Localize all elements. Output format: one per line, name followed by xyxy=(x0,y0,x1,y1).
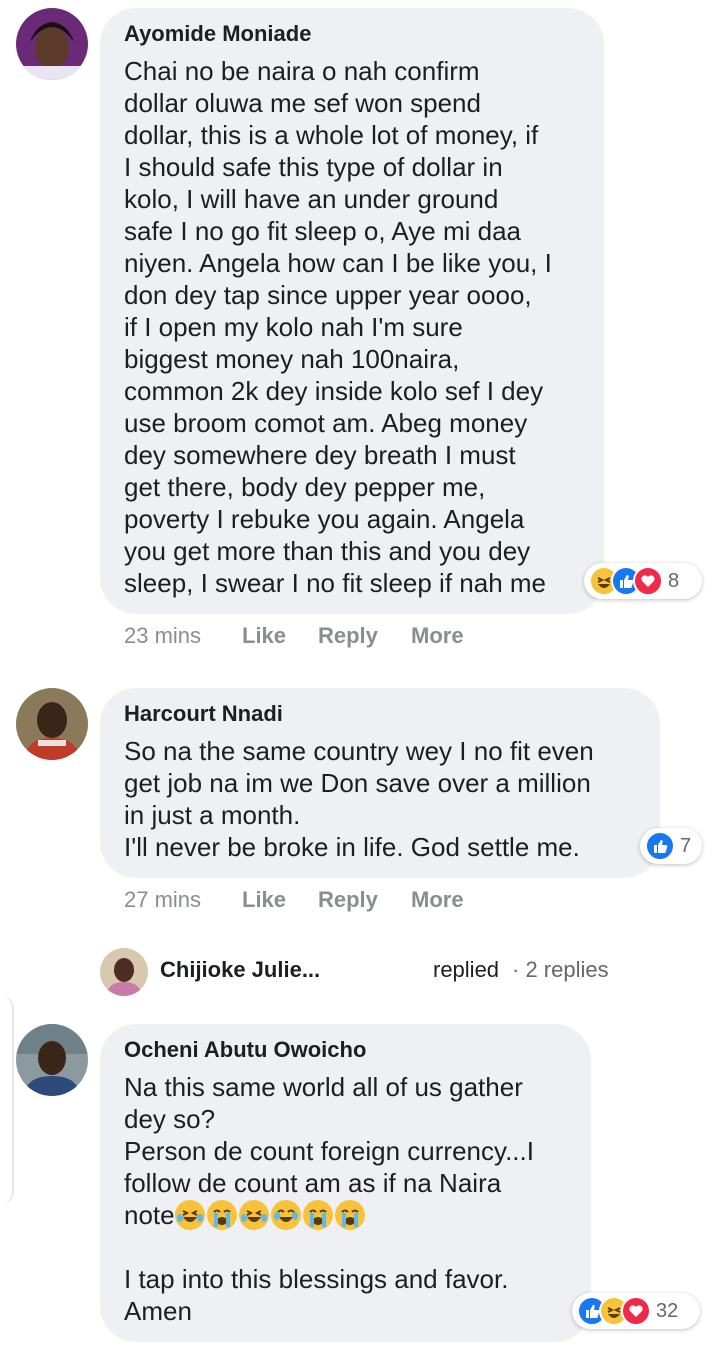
more-button[interactable]: More xyxy=(411,621,464,651)
view-replies-row[interactable]: Chijioke Julie... replied · 2 replies xyxy=(100,948,609,996)
comment-bubble: Harcourt Nnadi So na the same country we… xyxy=(100,688,660,878)
crying-emoji-icon xyxy=(334,1200,365,1230)
avatar-harcourt[interactable] xyxy=(16,688,88,760)
avatar-chijioke xyxy=(100,948,148,996)
reactions-summary[interactable]: 7 xyxy=(640,828,702,864)
reactions-count: 7 xyxy=(680,834,692,857)
reply-button[interactable]: Reply xyxy=(318,885,378,915)
comment-author[interactable]: Ayomide Moniade xyxy=(124,21,580,47)
like-reaction-icon xyxy=(645,831,675,861)
avatar-ocheni[interactable] xyxy=(16,1024,88,1096)
comment-author[interactable]: Harcourt Nnadi xyxy=(124,701,636,727)
comment-text: So na the same country wey I no fit even… xyxy=(124,736,594,862)
like-button[interactable]: Like xyxy=(242,885,286,915)
crying-emoji-icon xyxy=(206,1200,237,1230)
panel-edge xyxy=(0,995,14,1205)
reply-count[interactable]: · 2 replies xyxy=(512,957,609,983)
more-button[interactable]: More xyxy=(411,885,464,915)
comment-bubble: Ocheni Abutu Owoicho Na this same world … xyxy=(100,1024,591,1342)
reactions-summary[interactable]: 8 xyxy=(584,563,702,599)
reply-button[interactable]: Reply xyxy=(318,621,378,651)
love-reaction-icon xyxy=(633,566,663,596)
comment-text: Chai no be naira o nah confirm dollar ol… xyxy=(124,56,552,598)
comment-author[interactable]: Ocheni Abutu Owoicho xyxy=(124,1037,567,1063)
comment-text: Na this same world all of us gather dey … xyxy=(124,1071,567,1327)
reply-verb: replied xyxy=(433,957,500,982)
reactions-summary[interactable]: 32 xyxy=(572,1293,700,1329)
comment-timestamp[interactable]: 27 mins xyxy=(124,885,201,915)
joy-emoji-icon xyxy=(270,1200,301,1230)
rofl-emoji-icon xyxy=(174,1200,205,1230)
comment-timestamp[interactable]: 23 mins xyxy=(124,621,201,651)
reactions-count: 32 xyxy=(656,1299,679,1322)
rofl-emoji-icon xyxy=(238,1200,269,1230)
comment-text-part: I tap into this blessings and favor. Ame… xyxy=(124,1264,509,1326)
like-button[interactable]: Like xyxy=(242,621,286,651)
comment-actions: 23 mins Like Reply More xyxy=(124,621,524,651)
crying-emoji-icon xyxy=(302,1200,333,1230)
avatar-ayomide[interactable] xyxy=(16,8,88,80)
love-reaction-icon xyxy=(621,1296,651,1326)
comment-bubble: Ayomide Moniade Chai no be naira o nah c… xyxy=(100,8,604,614)
reply-author[interactable]: Chijioke Julie... xyxy=(160,957,320,983)
comment-actions: 27 mins Like Reply More xyxy=(124,885,524,915)
reactions-count: 8 xyxy=(668,569,680,592)
